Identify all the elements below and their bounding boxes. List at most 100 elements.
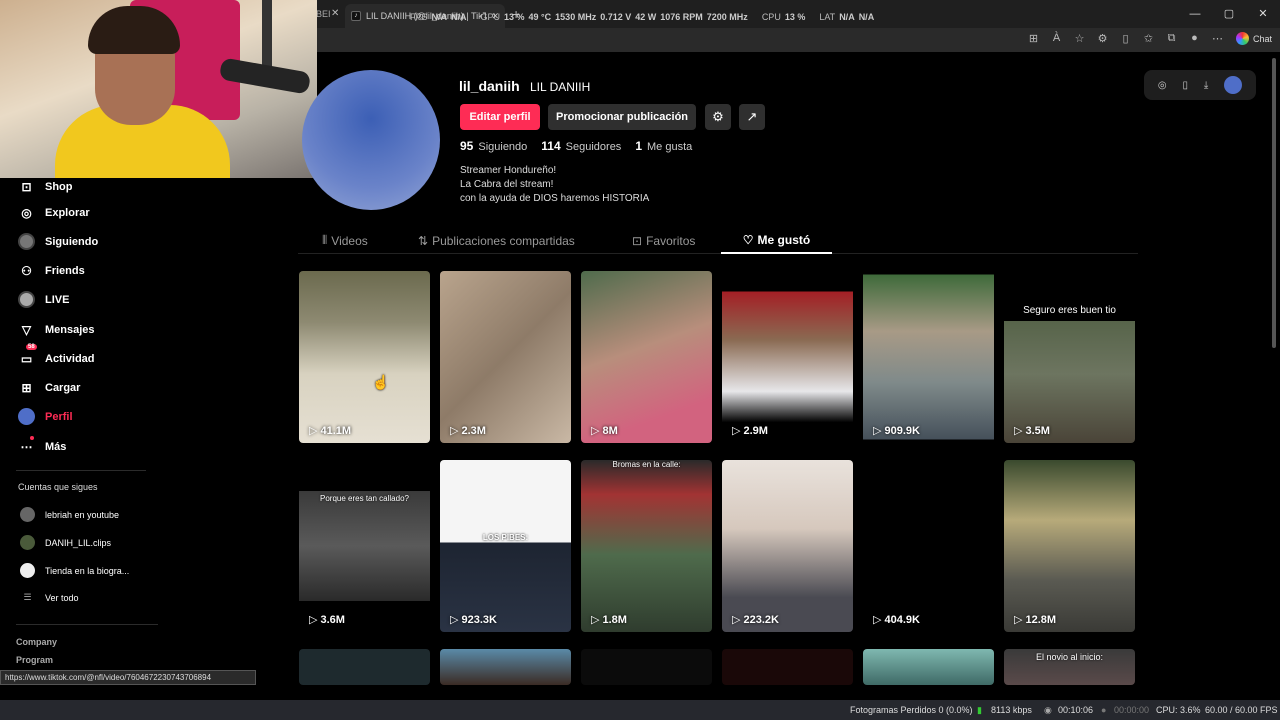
- more-icon[interactable]: ⋯: [1209, 32, 1226, 45]
- video-card[interactable]: 2.3M: [440, 271, 571, 443]
- video-card[interactable]: [440, 649, 571, 685]
- link-status-url: https://www.tiktok.com/@nfl/video/760467…: [0, 670, 256, 685]
- previous-tab-close-icon[interactable]: ✕: [331, 0, 339, 28]
- video-card[interactable]: [863, 649, 994, 685]
- sidebar-item-friends[interactable]: ⚇ Friends: [18, 262, 85, 279]
- video-card[interactable]: Porque eres tan callado? 3.6M: [299, 460, 430, 632]
- notification-dot: [30, 436, 34, 440]
- followers-stat[interactable]: 114 Seguidores: [541, 139, 621, 153]
- tab-label: Publicaciones compartidas: [432, 233, 575, 248]
- sidebar-item-mas[interactable]: ⋯ Más: [18, 436, 66, 455]
- footer-link-program[interactable]: Program: [16, 655, 53, 665]
- toolbar-icons: ⊞ À ☆ ⚙ ▯ ✩ ⧉ ● ⋯: [1025, 32, 1226, 45]
- following-item[interactable]: lebriah en youtube: [20, 507, 119, 522]
- following-item-label: DANIH_LIL.clips: [45, 537, 112, 548]
- page-scrollbar[interactable]: [1272, 58, 1276, 348]
- following-stat[interactable]: 95 Siguiendo: [460, 139, 527, 153]
- video-views: 41.1M: [309, 424, 351, 437]
- video-thumbnail: [440, 271, 571, 443]
- sidebar-item-explorar[interactable]: ◎ Explorar: [18, 204, 89, 221]
- osd-gpu-power: 42 W: [635, 12, 657, 22]
- sidebar-item-shop[interactable]: ⊡ Shop: [18, 178, 72, 195]
- bitrate: 8113 kbps: [991, 705, 1032, 715]
- osd-gpu-temp: 49 °C: [528, 12, 552, 22]
- tab-label: Me gustó: [757, 232, 811, 247]
- video-card[interactable]: [299, 649, 430, 685]
- video-card[interactable]: 12.8M: [1004, 460, 1135, 632]
- more-icon: ⋯: [18, 436, 35, 455]
- compass-icon: ◎: [21, 205, 32, 220]
- promote-post-button[interactable]: Promocionar publicación: [548, 104, 696, 130]
- video-thumbnail: [863, 649, 994, 685]
- see-all-link[interactable]: ☰ Ver todo: [20, 592, 78, 603]
- copilot-chat-button[interactable]: Chat: [1235, 32, 1272, 45]
- maximize-button[interactable]: ▢: [1212, 0, 1246, 28]
- sidebar-item-cargar[interactable]: ⊞ Cargar: [18, 379, 80, 396]
- video-card[interactable]: [722, 649, 853, 685]
- favorites-icon[interactable]: ✩: [1140, 32, 1157, 45]
- top-right-actions: ◎ ▯ ⤓: [1144, 70, 1256, 100]
- minimize-button[interactable]: —: [1178, 0, 1212, 28]
- tab-reposts[interactable]: ⇅ Publicaciones compartidas: [418, 227, 575, 254]
- video-thumbnail: [1004, 460, 1135, 632]
- obs-fps: 60.00 / 60.00 FPS: [1205, 705, 1278, 715]
- edit-profile-button[interactable]: Editar perfil: [460, 104, 540, 130]
- video-card[interactable]: [581, 649, 712, 685]
- device-icon[interactable]: ▯: [1182, 80, 1188, 91]
- following-item[interactable]: Tienda en la biogra...: [20, 563, 129, 578]
- following-section-title: Cuentas que sigues: [18, 482, 98, 492]
- sidebar-item-perfil[interactable]: Perfil: [18, 408, 73, 425]
- video-card[interactable]: 41.1M: [299, 271, 430, 443]
- video-thumbnail: [440, 460, 571, 632]
- sidebar-item-siguiendo[interactable]: Siguiendo: [18, 233, 98, 250]
- translate-icon[interactable]: À: [1048, 32, 1065, 45]
- video-views: 404.9K: [873, 613, 919, 626]
- tab-liked[interactable]: ♡ Me gustó: [721, 227, 832, 254]
- video-card[interactable]: 909.9K: [863, 271, 994, 443]
- dropped-frames: Fotogramas Perdidos 0 (0.0%): [850, 705, 973, 715]
- share-icon[interactable]: ↗: [739, 104, 765, 130]
- heart-icon: ♡: [742, 232, 754, 247]
- video-thumbnail: [581, 649, 712, 685]
- close-window-button[interactable]: ✕: [1246, 0, 1280, 28]
- tab-favorites[interactable]: ⊡ Favoritos: [632, 227, 695, 254]
- osd-fps-value-2: N/A: [451, 12, 467, 22]
- video-thumbnail: [299, 649, 430, 685]
- grid-icon[interactable]: ⊞: [1025, 32, 1042, 45]
- video-card[interactable]: LOS PIBES: 923.3K: [440, 460, 571, 632]
- user-avatar[interactable]: [1224, 76, 1243, 94]
- video-card[interactable]: 2.9M: [722, 271, 853, 443]
- sidebar-item-actividad[interactable]: ▭ 58 Actividad: [18, 344, 95, 367]
- star-icon[interactable]: ☆: [1071, 32, 1088, 45]
- download-icon[interactable]: ⤓: [1204, 80, 1208, 91]
- video-card[interactable]: Bromas en la calle: 1.8M: [581, 460, 712, 632]
- profile-icon[interactable]: ●: [1186, 32, 1203, 45]
- video-card[interactable]: 8M: [581, 271, 712, 443]
- footer-link-company[interactable]: Company: [16, 637, 57, 647]
- video-views: 2.3M: [450, 424, 485, 437]
- video-caption: Seguro eres buen tio: [1023, 305, 1116, 316]
- tab-videos[interactable]: ⦀ Videos: [322, 227, 368, 254]
- collections-icon[interactable]: ⧉: [1163, 32, 1180, 45]
- followers-count: 114: [541, 139, 561, 153]
- video-thumbnail: [440, 649, 571, 685]
- sidebar-item-mensajes[interactable]: ▽ Mensajes: [18, 321, 95, 338]
- osd-gpu-fan: 1076 RPM: [660, 12, 703, 22]
- divider: [16, 624, 158, 625]
- previous-tab[interactable]: BEI: [316, 0, 331, 28]
- following-item[interactable]: DANIH_LIL.clips: [20, 535, 111, 550]
- video-card[interactable]: El novio al inicio:: [1004, 649, 1135, 685]
- live-avatar-icon: [18, 291, 35, 308]
- split-icon[interactable]: ▯: [1117, 32, 1134, 45]
- settings-icon[interactable]: ⚙: [705, 104, 731, 130]
- sidebar-item-live[interactable]: LIVE: [18, 291, 69, 308]
- video-card[interactable]: 404.9K: [863, 460, 994, 632]
- profile-avatar[interactable]: [302, 70, 440, 210]
- extension-icon[interactable]: ⚙: [1094, 32, 1111, 45]
- profile-bio: Streamer Hondureño! La Cabra del stream!…: [460, 164, 649, 206]
- video-card[interactable]: 223.2K: [722, 460, 853, 632]
- video-views: 8M: [591, 424, 617, 437]
- video-card[interactable]: Seguro eres buen tio 3.5M: [1004, 271, 1135, 443]
- coins-icon[interactable]: ◎: [1158, 80, 1167, 91]
- activity-badge: 58: [26, 344, 37, 350]
